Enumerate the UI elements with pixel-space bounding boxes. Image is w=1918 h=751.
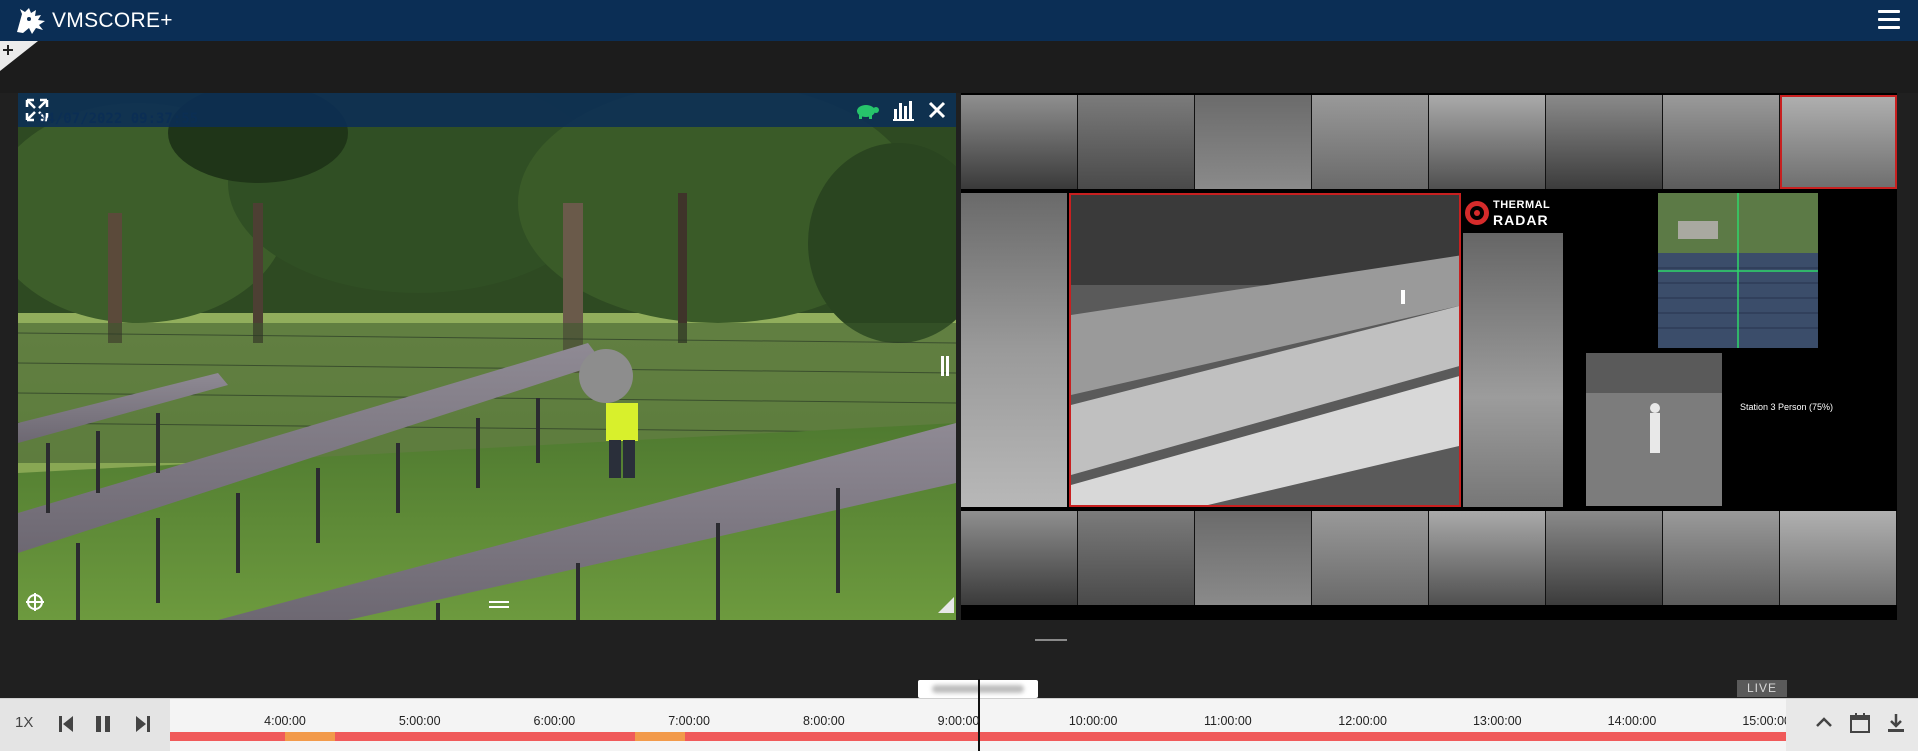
timeline-tick-label: 6:00:00: [533, 714, 576, 728]
overlay-menu-icon[interactable]: [488, 599, 510, 613]
thermal-radar-logo: THERMAL RADAR: [1463, 196, 1551, 230]
thermal-tile[interactable]: [961, 511, 1078, 605]
timeline-actions: [1786, 699, 1918, 751]
chevron-up-icon[interactable]: [1812, 711, 1836, 735]
timeline-tick-label: 10:00:00: [1068, 714, 1118, 728]
camera-view-main[interactable]: 04/07/2022 09:37:55: [18, 93, 956, 620]
thermal-tile[interactable]: [1078, 95, 1195, 189]
thermal-strip-bottom[interactable]: [961, 511, 1897, 605]
brand[interactable]: VMSCORE+: [14, 6, 173, 36]
thermal-tile[interactable]: [1663, 511, 1780, 605]
top-bar: VMSCORE+: [0, 0, 1918, 41]
timeline-tick-label: 8:00:00: [802, 714, 845, 728]
add-layout-button[interactable]: [0, 41, 38, 73]
detection-label: Station 3 Person (75%): [1740, 402, 1834, 412]
timeline-tick-label: 7:00:00: [668, 714, 710, 728]
ptz-icon[interactable]: [24, 591, 46, 613]
layout-tab-bar: [0, 41, 1918, 93]
playback-controls: 1X: [0, 699, 170, 751]
hamburger-menu-icon[interactable]: [1878, 10, 1900, 30]
thermal-tile[interactable]: [1195, 511, 1312, 605]
thermal-tile[interactable]: [1312, 95, 1429, 189]
timeline-tick-label: 9:00:00: [937, 714, 980, 728]
panel-collapse-handle[interactable]: [1035, 636, 1067, 642]
thermal-tile[interactable]: [1546, 95, 1663, 189]
pause-icon[interactable]: [93, 712, 113, 736]
site-map[interactable]: [1658, 193, 1818, 348]
timeline-tick-label: 11:00:00: [1204, 714, 1252, 728]
thermal-tile[interactable]: [1429, 511, 1546, 605]
detection-thumbnail[interactable]: [1586, 353, 1722, 506]
timeline-tick-label: 12:00:00: [1338, 714, 1387, 728]
thermal-tile[interactable]: [1195, 95, 1312, 189]
step-back-icon[interactable]: [56, 712, 76, 736]
pause-icon[interactable]: [940, 355, 950, 377]
bar-chart-icon[interactable]: [891, 97, 917, 123]
download-icon[interactable]: [1884, 711, 1908, 735]
thermal-tile[interactable]: [1312, 511, 1429, 605]
event-highlight: [635, 732, 685, 741]
thermal-radar-brand-line1: THERMAL: [1493, 199, 1551, 211]
thermal-tile[interactable]: [1663, 95, 1780, 189]
thermal-tile[interactable]: [1546, 511, 1663, 605]
thermal-tile[interactable]: [1429, 95, 1546, 189]
thermal-tile[interactable]: [1078, 511, 1195, 605]
thermal-radar-brand-line2: RADAR: [1493, 212, 1549, 228]
close-icon[interactable]: [924, 97, 950, 123]
detection-image: [1586, 353, 1722, 506]
thermal-main-view[interactable]: [1069, 193, 1461, 507]
satellite-image: [1658, 193, 1818, 348]
thermal-pan-left[interactable]: [961, 193, 1067, 507]
calendar-icon[interactable]: [1848, 711, 1872, 735]
timeline-tick-label: 15:00:00: [1742, 714, 1792, 728]
timeline-track[interactable]: 4:00:00 5:00:00 6:00:00 7:00:00 8:00:00 9:00:…: [170, 679, 1791, 751]
event-highlight: [285, 732, 335, 741]
camera-image: [18, 93, 956, 620]
timeline-bar: 1X 4:00:00 5:00:00 6:00:00 7:00:00 8:00:00 9:…: [0, 679, 1918, 751]
resize-corner-icon[interactable]: [938, 597, 954, 613]
timeline-tick-label: 14:00:00: [1607, 714, 1657, 728]
thermal-tile[interactable]: [1780, 511, 1897, 605]
thermal-video-wall: THERMAL RADAR Station 3 Person (75%): [961, 93, 1897, 620]
tortoise-icon[interactable]: [854, 97, 880, 123]
thermal-pan-right[interactable]: [1463, 233, 1563, 507]
thermal-image: [1071, 195, 1459, 505]
app-title: VMSCORE+: [52, 9, 173, 32]
camera-timestamp: 04/07/2022 09:37:55: [38, 111, 199, 127]
playback-speed[interactable]: 1X: [15, 714, 33, 731]
thermal-strip-top[interactable]: [961, 95, 1897, 189]
timeline-tick-label: 4:00:00: [264, 714, 306, 728]
step-forward-icon[interactable]: [133, 712, 153, 736]
plus-icon: [0, 41, 38, 71]
timeline-tick-label: 13:00:00: [1472, 714, 1522, 728]
timeline-tick-label: 5:00:00: [398, 714, 441, 728]
live-button[interactable]: LIVE: [1737, 680, 1787, 697]
lion-crest-icon: [17, 8, 45, 34]
thermal-tile[interactable]: [961, 95, 1078, 189]
thermal-tile-alert[interactable]: [1780, 95, 1897, 189]
